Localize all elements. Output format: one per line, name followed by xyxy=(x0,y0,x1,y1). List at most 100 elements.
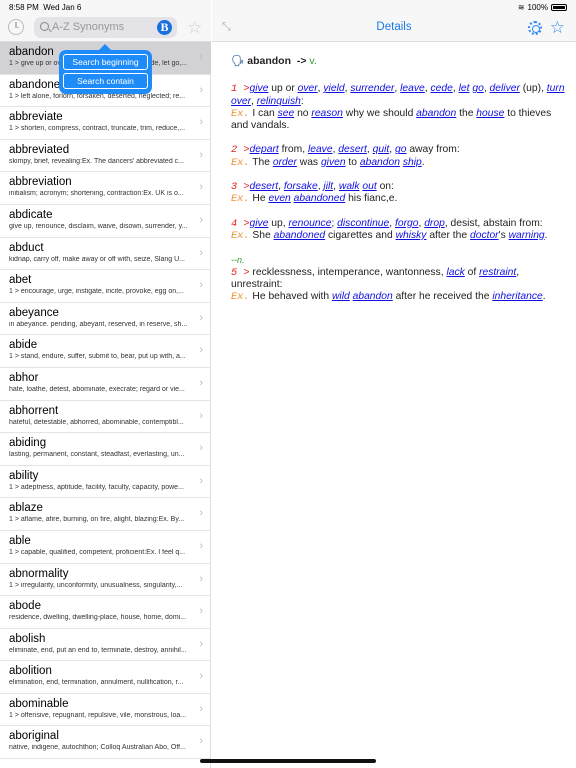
synonym-link[interactable]: desert xyxy=(338,144,367,155)
synonym-link[interactable]: turn xyxy=(547,83,565,94)
list-item[interactable]: abolish eliminate, end, put an end to, te… xyxy=(0,629,211,662)
list-item-word: abeyance xyxy=(9,306,59,319)
time: 8:58 PM xyxy=(9,3,39,12)
senses: 1 >give up or over, yield, surrender, le… xyxy=(231,83,571,303)
history-clock-icon[interactable] xyxy=(8,19,24,35)
synonym-link[interactable]: give xyxy=(250,218,269,229)
sense-number: 5 > xyxy=(231,266,250,279)
synonym-link[interactable]: warning xyxy=(509,230,545,241)
chevron-right-icon: › xyxy=(199,507,203,520)
synonym-link[interactable]: walk xyxy=(339,181,360,192)
search-beginning-option[interactable]: Search beginning xyxy=(63,54,148,70)
synonym-link[interactable]: depart xyxy=(250,144,279,155)
synonym-link[interactable]: drop xyxy=(424,218,445,229)
text: : xyxy=(300,95,304,107)
synonym-link[interactable]: forsake xyxy=(284,181,318,192)
list-item[interactable]: abide 1 > stand, endure, suffer, submit t… xyxy=(0,335,211,368)
synonym-link[interactable]: go xyxy=(472,83,483,94)
sense-number: 1 > xyxy=(231,83,250,96)
list-item[interactable]: aboriginal native, indigene, autochthon; … xyxy=(0,726,211,760)
synonym-link[interactable]: ship xyxy=(403,157,422,168)
synonym-link[interactable]: cede xyxy=(431,83,453,94)
list-item[interactable]: abeyance in abeyance. pending, abeyant, r… xyxy=(0,303,211,336)
text: from, xyxy=(278,144,308,156)
search-mode-button[interactable]: B xyxy=(157,20,172,35)
synonym-link[interactable]: inheritance xyxy=(492,291,542,302)
list-item-summary: kidnap, carry off, make away or off with… xyxy=(9,255,185,263)
synonym-link[interactable]: renounce xyxy=(288,218,331,229)
synonym-link[interactable]: given xyxy=(321,157,346,168)
list-item[interactable]: abbreviated skimpy, brief, revealing:Ex. … xyxy=(0,140,211,173)
synonym-link[interactable]: leave xyxy=(400,83,425,94)
search-mode-popover: Search beginning Search contain xyxy=(59,44,152,94)
synonym-link[interactable]: abandon xyxy=(416,108,456,119)
synonym-link[interactable]: jilt xyxy=(323,181,333,192)
synonym-link[interactable]: reason xyxy=(311,108,342,119)
search-contain-option[interactable]: Search contain xyxy=(63,73,148,89)
sense-number: 4 > xyxy=(231,217,250,230)
list-item-summary: skimpy, brief, revealing:Ex. The dancers… xyxy=(9,157,184,165)
sense: --n. 5 > recklessness, intemperance, want… xyxy=(231,254,571,303)
synonym-link[interactable]: over xyxy=(298,83,318,94)
list-item[interactable]: able 1 > capable, qualified, competent, p… xyxy=(0,531,211,564)
synonym-link[interactable]: desert xyxy=(250,181,279,192)
list-item-summary: hateful, detestable, abhorred, abominabl… xyxy=(9,418,184,426)
synonym-link[interactable]: deliver xyxy=(490,83,520,94)
list-item[interactable]: abhor hate, loathe, detest, abominate, ex… xyxy=(0,368,211,401)
synonym-link[interactable]: over xyxy=(231,96,251,107)
text: the xyxy=(456,107,477,119)
list-item[interactable]: abode residence, dwelling, dwelling-place… xyxy=(0,596,211,629)
synonym-link[interactable]: abandon xyxy=(360,157,400,168)
synonym-link[interactable]: give xyxy=(250,83,269,94)
synonym-link[interactable]: relinquish xyxy=(257,96,301,107)
synonym-link[interactable]: doctor xyxy=(470,230,499,241)
text: up or xyxy=(268,83,298,95)
synonym-link[interactable]: see xyxy=(278,108,295,119)
synonym-link[interactable]: wild xyxy=(332,291,350,302)
list-item[interactable]: ability 1 > adeptness, aptitude, facility… xyxy=(0,466,211,499)
text: recklessness, intemperance, wantonness, xyxy=(249,266,447,278)
bookmark-star-icon[interactable]: ☆ xyxy=(550,19,565,36)
synonym-link[interactable]: order xyxy=(273,157,297,168)
list-item[interactable]: ablaze 1 > aflame, afire, burning, on fir… xyxy=(0,498,211,531)
synonym-link[interactable]: lack xyxy=(446,267,464,278)
synonym-link[interactable]: surrender xyxy=(350,83,394,94)
list-item[interactable]: abbreviation initialism; acronym; shorten… xyxy=(0,172,211,205)
favorites-star-icon[interactable]: ☆ xyxy=(187,19,202,36)
synonym-link[interactable]: discontinue xyxy=(337,218,389,229)
sense-definition: 3 >desert, forsake, jilt, walk out on: xyxy=(231,181,571,193)
synonym-link[interactable]: abandon xyxy=(353,291,393,302)
list-item[interactable]: abhorrent hateful, detestable, abhorred, … xyxy=(0,401,211,434)
list-item[interactable]: abet 1 > encourage, urge, instigate, inci… xyxy=(0,270,211,303)
list-item[interactable]: abduct kidnap, carry off, make away or of… xyxy=(0,238,211,271)
synonym-link[interactable]: let xyxy=(459,83,470,94)
list-item[interactable]: abolition elimination, end, termination, … xyxy=(0,661,211,694)
synonym-link[interactable]: leave xyxy=(308,144,333,155)
list-item[interactable]: abdicate give up, renounce, disclaim, wai… xyxy=(0,205,211,238)
speaker-icon[interactable]: 🗣 xyxy=(231,55,244,67)
synonym-link[interactable]: forgo xyxy=(395,218,418,229)
synonym-link[interactable]: yield xyxy=(323,83,344,94)
list-item-summary: 1 > capable, qualified, competent, profi… xyxy=(9,548,186,556)
synonym-link[interactable]: even xyxy=(268,193,290,204)
list-item-summary: 1 > encourage, urge, instigate, incite, … xyxy=(9,288,184,296)
synonym-link[interactable]: abandoned xyxy=(294,193,346,204)
text: no xyxy=(294,107,312,119)
list-item[interactable]: abominable 1 > offensive, repugnant, repu… xyxy=(0,694,211,727)
list-item[interactable]: abbreviate 1 > shorten, compress, contrac… xyxy=(0,107,211,140)
synonym-link[interactable]: restraint xyxy=(479,267,516,278)
synonym-link[interactable]: abandoned xyxy=(274,230,326,241)
synonym-link[interactable]: whisky xyxy=(396,230,427,241)
example-label: Ex. xyxy=(231,193,250,206)
battery-percent: 100% xyxy=(527,3,548,12)
text: why we should xyxy=(342,107,417,119)
list-item[interactable]: abiding lasting, permanent, constant, ste… xyxy=(0,433,211,466)
list-item-summary: eliminate, end, put an end to, terminate… xyxy=(9,646,187,654)
settings-gear-icon[interactable] xyxy=(528,21,542,35)
list-item[interactable]: abnormality 1 > irregularity, unconformit… xyxy=(0,564,211,597)
synonym-link[interactable]: quit xyxy=(373,144,390,155)
search-input[interactable]: A-Z Synonyms B xyxy=(34,17,177,38)
synonym-link[interactable]: go xyxy=(395,144,406,155)
synonym-link[interactable]: out xyxy=(362,181,376,192)
synonym-link[interactable]: house xyxy=(476,108,504,119)
